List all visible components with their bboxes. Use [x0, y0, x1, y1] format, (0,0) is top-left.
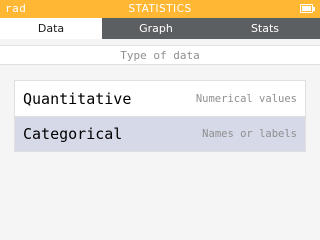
angle-mode-indicator: rad	[5, 2, 27, 15]
option-quantitative[interactable]: Quantitative Numerical values	[15, 81, 305, 116]
tab-data[interactable]: Data	[0, 18, 102, 39]
tab-stats[interactable]: Stats	[210, 18, 320, 39]
section-title: Type of data	[0, 45, 320, 65]
battery-icon	[300, 4, 315, 13]
battery-level	[302, 6, 311, 11]
option-description: Names or labels	[202, 128, 297, 140]
status-bar: rad STATISTICS	[0, 0, 320, 18]
option-label: Quantitative	[23, 89, 132, 108]
option-categorical[interactable]: Categorical Names or labels	[15, 116, 305, 151]
app-title: STATISTICS	[128, 3, 192, 15]
option-label: Categorical	[23, 125, 123, 143]
data-type-list: Quantitative Numerical values Categorica…	[14, 80, 306, 152]
tab-bar: Data Graph Stats	[0, 18, 320, 39]
option-description: Numerical values	[195, 92, 297, 105]
tab-graph[interactable]: Graph	[102, 18, 210, 39]
